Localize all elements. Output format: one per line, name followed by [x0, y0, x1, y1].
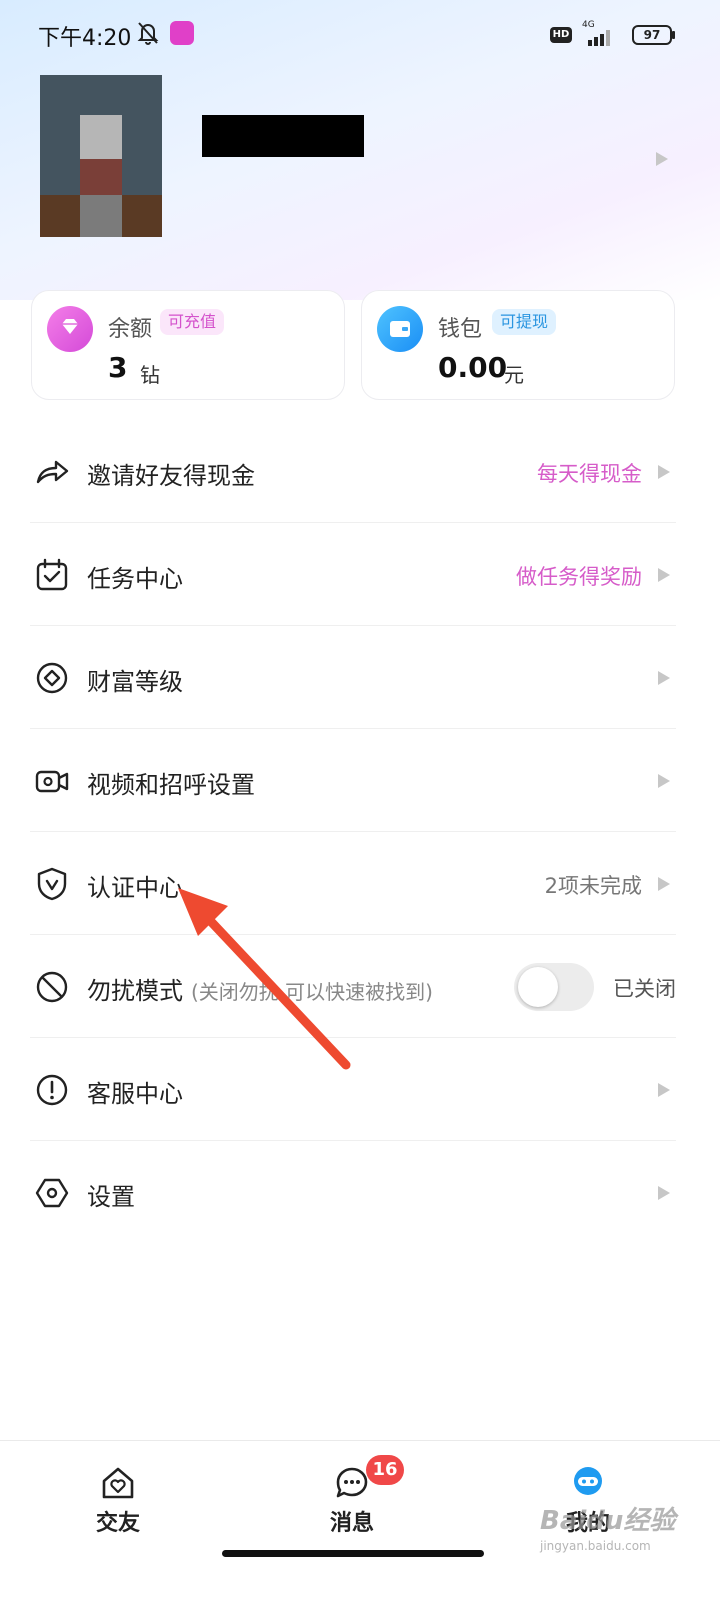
tab-label: 交友 — [95, 1511, 140, 1536]
signal-icon — [588, 30, 610, 46]
battery-icon: 97 — [632, 25, 676, 45]
withdraw-tag[interactable]: 可提现 — [492, 309, 557, 335]
avatar[interactable] — [40, 75, 162, 237]
wallet-icon — [377, 306, 423, 352]
menu-item-customer-service[interactable]: 客服中心 — [30, 1038, 676, 1141]
profile-chevron-right-icon[interactable] — [656, 152, 668, 166]
app-notification-icon — [170, 21, 194, 45]
chevron-right-icon — [658, 1083, 670, 1097]
menu-hint: 2项未完成 — [544, 874, 642, 898]
diamond-icon — [47, 306, 93, 352]
home-heart-icon — [102, 1467, 134, 1499]
tab-label: 消息 — [329, 1511, 374, 1536]
menu-label: 认证中心 — [87, 874, 183, 902]
coin-level-icon — [36, 662, 68, 694]
wallet-title: 钱包 — [438, 317, 483, 342]
home-indicator[interactable] — [222, 1550, 484, 1557]
menu-item-video-settings[interactable]: 视频和招呼设置 — [30, 729, 676, 832]
menu-sublabel: (关闭勿扰,可以快速被找到) — [191, 980, 433, 1004]
tab-me[interactable]: 我的 — [528, 1455, 648, 1545]
settings-hexagon-icon — [35, 1178, 69, 1208]
block-icon — [36, 971, 68, 1003]
chat-bubble-icon — [336, 1467, 368, 1498]
wallet-card[interactable]: 钱包 可提现 0.00 元 — [361, 290, 675, 400]
menu-label: 设置 — [87, 1183, 135, 1211]
hd-badge: HD — [550, 27, 572, 43]
chevron-right-icon — [658, 877, 670, 891]
menu-hint: 做任务得奖励 — [516, 565, 642, 589]
menu-label: 财富等级 — [87, 668, 183, 696]
menu-label: 任务中心 — [87, 565, 183, 593]
toggle-knob — [518, 967, 558, 1007]
share-icon — [36, 460, 69, 484]
menu-item-wealth[interactable]: 财富等级 — [30, 626, 676, 729]
username-redacted — [202, 115, 364, 157]
status-time: 下午4:20 — [38, 26, 132, 51]
menu-item-settings[interactable]: 设置 — [30, 1141, 676, 1244]
menu-hint: 每天得现金 — [537, 462, 642, 486]
unread-badge: 16 — [366, 1455, 404, 1485]
video-camera-icon — [35, 770, 69, 793]
dnd-state: 已关闭 — [613, 977, 676, 1001]
chevron-right-icon — [658, 568, 670, 582]
menu-label: 邀请好友得现金 — [87, 462, 255, 490]
balance-unit: 钻 — [140, 363, 160, 387]
balance-card[interactable]: 余额 可充值 3 钻 — [31, 290, 345, 400]
menu-item-do-not-disturb: 勿扰模式 (关闭勿扰,可以快速被找到) 已关闭 — [30, 935, 676, 1038]
menu-item-verification[interactable]: 认证中心 2项未完成 — [30, 832, 676, 935]
shield-icon — [37, 867, 67, 901]
wallet-value: 0.00 — [438, 351, 508, 384]
chevron-right-icon — [658, 671, 670, 685]
user-face-icon — [574, 1467, 602, 1495]
menu-item-invite[interactable]: 邀请好友得现金 每天得现金 — [30, 420, 676, 523]
battery-level: 97 — [643, 28, 661, 42]
balance-value: 3 — [108, 351, 128, 384]
chevron-right-icon — [658, 774, 670, 788]
wallet-unit: 元 — [504, 363, 524, 387]
tab-messages[interactable]: 16 消息 — [292, 1455, 412, 1545]
chevron-right-icon — [658, 1186, 670, 1200]
alert-circle-icon — [36, 1074, 68, 1106]
tab-friends[interactable]: 交友 — [58, 1455, 178, 1545]
dnd-toggle[interactable] — [514, 963, 594, 1011]
bell-off-icon — [137, 22, 159, 45]
tab-label: 我的 — [565, 1511, 610, 1536]
status-bar: 下午4:20 HD 4G 97 — [0, 0, 720, 70]
bottom-navigation: 交友 16 消息 我的 — [0, 1440, 720, 1600]
menu-item-tasks[interactable]: 任务中心 做任务得奖励 — [30, 523, 676, 626]
chevron-right-icon — [658, 465, 670, 479]
menu-label: 视频和招呼设置 — [87, 771, 255, 799]
menu-label: 勿扰模式 (关闭勿扰,可以快速被找到) — [87, 977, 433, 1005]
calendar-check-icon — [36, 558, 68, 591]
menu-label: 客服中心 — [87, 1080, 183, 1108]
recharge-tag[interactable]: 可充值 — [160, 309, 225, 335]
balance-title: 余额 — [108, 317, 153, 342]
